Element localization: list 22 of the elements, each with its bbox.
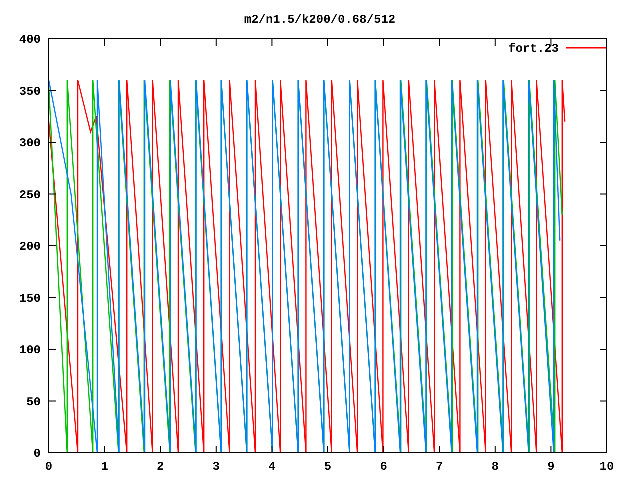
tick-label: 0 [34, 447, 41, 461]
tick-label: 9 [548, 460, 555, 474]
tick-label: 1 [101, 460, 108, 474]
tick-label: 300 [19, 136, 41, 150]
tick-label: 6 [380, 460, 388, 474]
tick-label: 5 [324, 460, 332, 474]
tick-label: 10 [600, 460, 614, 474]
tick-label: 3 [212, 460, 220, 474]
tick-label: 7 [436, 460, 444, 474]
tick-label: 4 [268, 460, 276, 474]
tick-label: 350 [19, 84, 41, 99]
tick-label: 50 [26, 395, 41, 410]
tick-label: 8 [492, 460, 499, 474]
tick-label: 250 [19, 188, 41, 202]
tick-label: 100 [19, 344, 41, 358]
tick-label: 200 [19, 240, 41, 254]
legend-label: fort.23 [508, 42, 559, 56]
tick-label: 2 [157, 460, 164, 474]
tick-label: 0 [45, 460, 53, 474]
chart-title: m2/n1.5/k200/0.68/512 [244, 13, 396, 27]
tick-label: 400 [19, 33, 41, 47]
tick-label: 150 [19, 292, 41, 306]
